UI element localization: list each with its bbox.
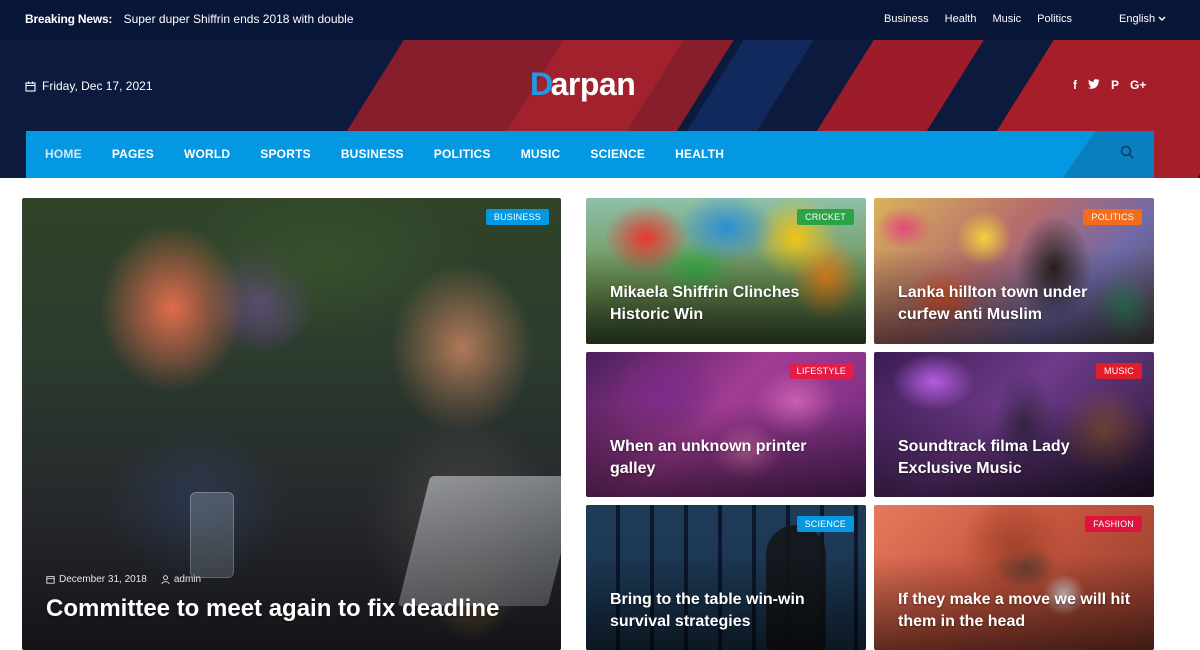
nav-item-world[interactable]: WORLD <box>184 147 230 161</box>
top-bar: Breaking News: Super duper Shiffrin ends… <box>0 0 1200 40</box>
user-icon <box>161 575 170 584</box>
category-badge[interactable]: BUSINESS <box>485 209 549 225</box>
nav-item-politics[interactable]: POLITICS <box>434 147 491 161</box>
article-title[interactable]: If they make a move we will hit them in … <box>898 589 1138 633</box>
category-badge[interactable]: CRICKET <box>797 209 854 225</box>
article-title[interactable]: Mikaela Shiffrin Clinches Historic Win <box>610 282 850 326</box>
category-badge[interactable]: POLITICS <box>1083 209 1142 225</box>
date-text: Friday, Dec 17, 2021 <box>42 79 153 93</box>
nav-item-science[interactable]: SCIENCE <box>590 147 645 161</box>
article-author-text: admin <box>173 574 202 585</box>
category-badge[interactable]: FASHION <box>1085 516 1142 532</box>
top-link-business[interactable]: Business <box>884 13 929 25</box>
nav-item-sports[interactable]: SPORTS <box>260 147 311 161</box>
article-title[interactable]: Lanka hillton town under curfew anti Mus… <box>898 282 1138 326</box>
article-title[interactable]: When an unknown printer galley <box>610 436 850 480</box>
article-date-text: December 31, 2018 <box>59 574 147 585</box>
category-badge[interactable]: MUSIC <box>1096 363 1142 379</box>
article-card[interactable]: MUSIC Soundtrack filma Lady Exclusive Mu… <box>874 352 1154 497</box>
top-link-politics[interactable]: Politics <box>1037 13 1072 25</box>
top-link-music[interactable]: Music <box>992 13 1021 25</box>
hero-article-card[interactable]: BUSINESS December 31, 2018 admin Committ… <box>22 198 561 650</box>
article-meta: December 31, 2018 admin <box>46 574 201 585</box>
article-title[interactable]: Soundtrack filma Lady Exclusive Music <box>898 436 1138 480</box>
search-button[interactable] <box>1120 145 1140 165</box>
logo-text: arpan <box>550 66 636 102</box>
top-link-health[interactable]: Health <box>945 13 977 25</box>
pinterest-icon[interactable]: P <box>1111 78 1119 92</box>
article-card[interactable]: LIFESTYLE When an unknown printer galley <box>586 352 866 497</box>
nav-item-health[interactable]: HEALTH <box>675 147 724 161</box>
language-selector[interactable]: English <box>1119 13 1166 25</box>
article-title[interactable]: Bring to the table win-win survival stra… <box>610 589 850 633</box>
current-date: Friday, Dec 17, 2021 <box>25 79 153 93</box>
language-label: English <box>1119 13 1156 25</box>
article-card[interactable]: POLITICS Lanka hillton town under curfew… <box>874 198 1154 344</box>
main-navigation: HOME PAGES WORLD SPORTS BUSINESS POLITIC… <box>26 131 1154 178</box>
top-links: Business Health Music Politics <box>884 13 1072 25</box>
nav-item-business[interactable]: BUSINESS <box>341 147 404 161</box>
article-author[interactable]: admin <box>161 574 201 585</box>
hero-title[interactable]: Committee to meet again to fix deadline <box>46 594 546 624</box>
social-links: f P G+ <box>1073 78 1146 92</box>
article-date: December 31, 2018 <box>46 574 147 585</box>
header-band: Breaking News: Super duper Shiffrin ends… <box>0 0 1200 178</box>
search-zone <box>1062 131 1154 178</box>
nav-item-music[interactable]: MUSIC <box>521 147 561 161</box>
nav-item-pages[interactable]: PAGES <box>112 147 154 161</box>
twitter-icon[interactable] <box>1088 78 1100 92</box>
nav-item-home[interactable]: HOME <box>45 147 82 161</box>
breaking-news-label: Breaking News: <box>25 12 113 26</box>
article-card[interactable]: CRICKET Mikaela Shiffrin Clinches Histor… <box>586 198 866 344</box>
calendar-icon <box>46 576 55 584</box>
article-card[interactable]: FASHION If they make a move we will hit … <box>874 505 1154 650</box>
nav-menu: HOME PAGES WORLD SPORTS BUSINESS POLITIC… <box>45 147 724 161</box>
chevron-down-icon <box>1158 16 1166 21</box>
logo-mark: D <box>530 66 553 102</box>
breaking-news[interactable]: Breaking News: Super duper Shiffrin ends… <box>25 12 354 26</box>
category-badge[interactable]: LIFESTYLE <box>788 363 854 379</box>
breaking-news-text[interactable]: Super duper Shiffrin ends 2018 with doub… <box>124 12 354 26</box>
article-card[interactable]: SCIENCE Bring to the table win-win survi… <box>586 505 866 650</box>
category-badge[interactable]: SCIENCE <box>796 516 854 532</box>
google-plus-icon[interactable]: G+ <box>1130 78 1146 92</box>
site-logo[interactable]: D arpan <box>530 66 636 103</box>
facebook-icon[interactable]: f <box>1073 78 1077 92</box>
search-icon <box>1120 145 1134 159</box>
calendar-icon <box>25 81 36 92</box>
